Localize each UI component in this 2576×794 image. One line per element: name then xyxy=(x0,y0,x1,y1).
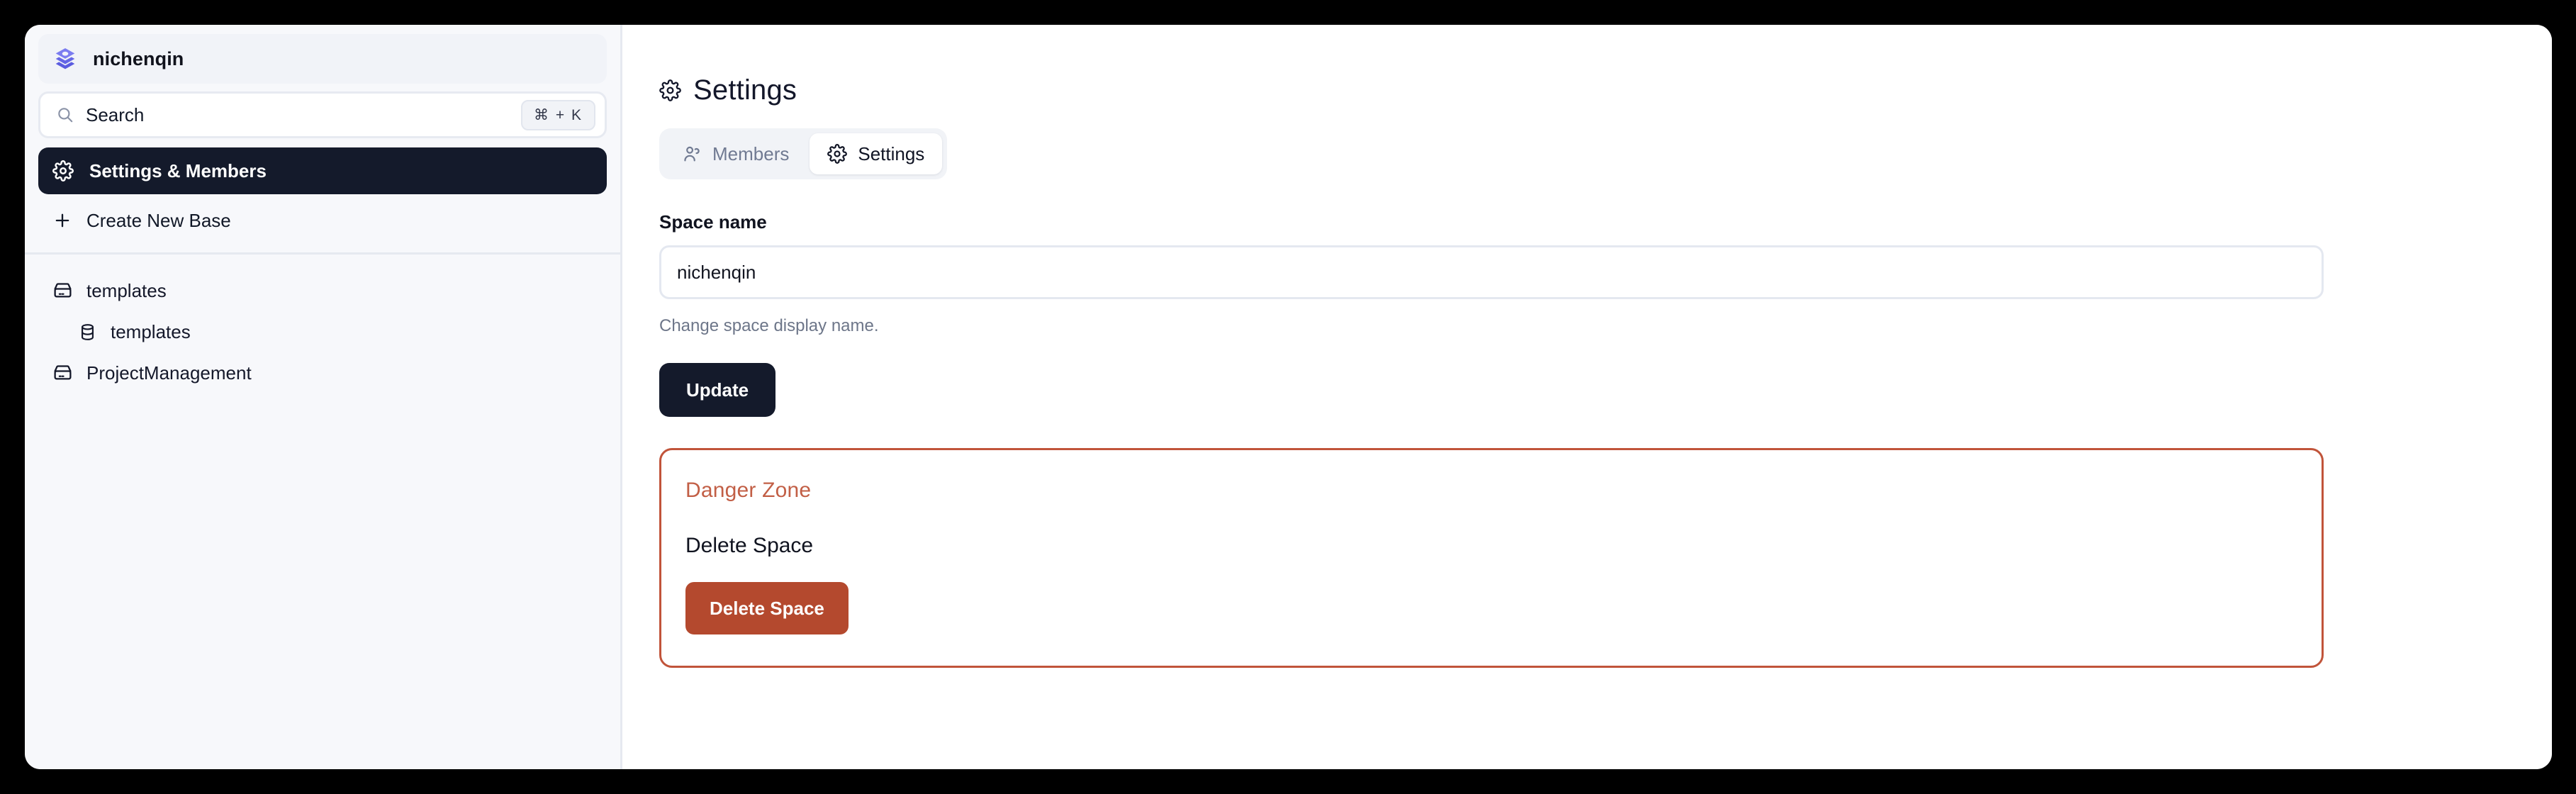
tree-item-base-templates[interactable]: templates xyxy=(38,270,607,311)
sidebar-item-settings-and-members[interactable]: Settings & Members xyxy=(38,147,607,194)
layers-stack-icon xyxy=(55,47,75,69)
tree-item-label: ProjectManagement xyxy=(86,362,252,384)
box-icon xyxy=(54,282,72,298)
box-icon xyxy=(54,364,72,380)
search-input[interactable]: Search ⌘ + K xyxy=(38,91,607,138)
search-icon xyxy=(58,108,73,123)
tab-settings[interactable]: Settings xyxy=(810,133,943,174)
space-name-label: Space name xyxy=(659,211,767,233)
space-name-label: nichenqin xyxy=(93,47,184,69)
sidebar-item-create-new-base[interactable]: Create New Base xyxy=(38,198,607,242)
page-title-row: Settings xyxy=(659,74,2552,106)
search-placeholder: Search xyxy=(86,104,145,125)
space-name-input[interactable]: nichenqin xyxy=(659,245,2324,299)
settings-tablist: Members Settings xyxy=(659,128,948,179)
gear-icon xyxy=(827,144,848,164)
danger-zone-panel: Danger Zone Delete Space Delete Space xyxy=(659,448,2324,668)
space-name-value: nichenqin xyxy=(677,261,756,283)
tree-item-base-projectmanagement[interactable]: ProjectManagement xyxy=(38,352,607,393)
tab-members[interactable]: Members xyxy=(664,133,807,174)
tab-label: Settings xyxy=(858,142,925,164)
space-name-help-text: Change space display name. xyxy=(659,316,879,335)
tree-item-label: templates xyxy=(111,320,191,342)
gear-icon xyxy=(659,79,681,101)
database-icon xyxy=(82,323,94,340)
delete-space-button[interactable]: Delete Space xyxy=(685,582,849,634)
sidebar: nichenqin Search ⌘ + K Settings & Member… xyxy=(25,25,622,769)
sidebar-item-label: Create New Base xyxy=(86,209,231,231)
page-title: Settings xyxy=(693,74,797,106)
tree-item-label: templates xyxy=(86,279,167,301)
sidebar-item-label: Settings & Members xyxy=(89,160,267,181)
update-button[interactable]: Update xyxy=(659,363,776,417)
gear-icon xyxy=(52,160,74,181)
danger-zone-title: Danger Zone xyxy=(685,479,812,502)
search-shortcut-badge: ⌘ + K xyxy=(521,99,595,130)
plus-icon xyxy=(55,213,69,228)
delete-space-heading: Delete Space xyxy=(685,534,814,557)
tab-label: Members xyxy=(712,142,790,164)
main-content: Settings Members Settings Space name nic… xyxy=(622,25,2552,769)
app-window: nichenqin Search ⌘ + K Settings & Member… xyxy=(25,25,2552,769)
space-switcher[interactable]: nichenqin xyxy=(38,34,607,84)
members-icon xyxy=(684,146,700,162)
base-tree: templates templates ProjectManagement xyxy=(38,255,607,393)
tree-item-table-templates[interactable]: templates xyxy=(38,311,607,352)
